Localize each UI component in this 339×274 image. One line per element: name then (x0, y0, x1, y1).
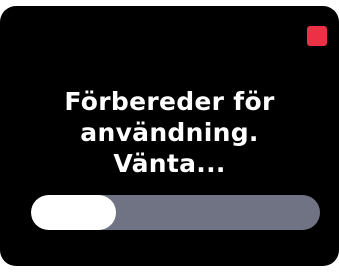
status-indicator-icon (307, 26, 327, 46)
progress-bar-fill (31, 195, 117, 230)
loading-message: Förbereder för användning. Vänta... (0, 86, 339, 179)
device-screen: Förbereder för användning. Vänta... (0, 0, 339, 274)
progress-bar (31, 195, 320, 230)
display-panel: Förbereder för användning. Vänta... (0, 6, 339, 266)
message-line-1: Förbereder för (64, 87, 275, 116)
message-line-2: användning. (80, 118, 259, 147)
message-line-3: Vänta... (113, 149, 226, 178)
